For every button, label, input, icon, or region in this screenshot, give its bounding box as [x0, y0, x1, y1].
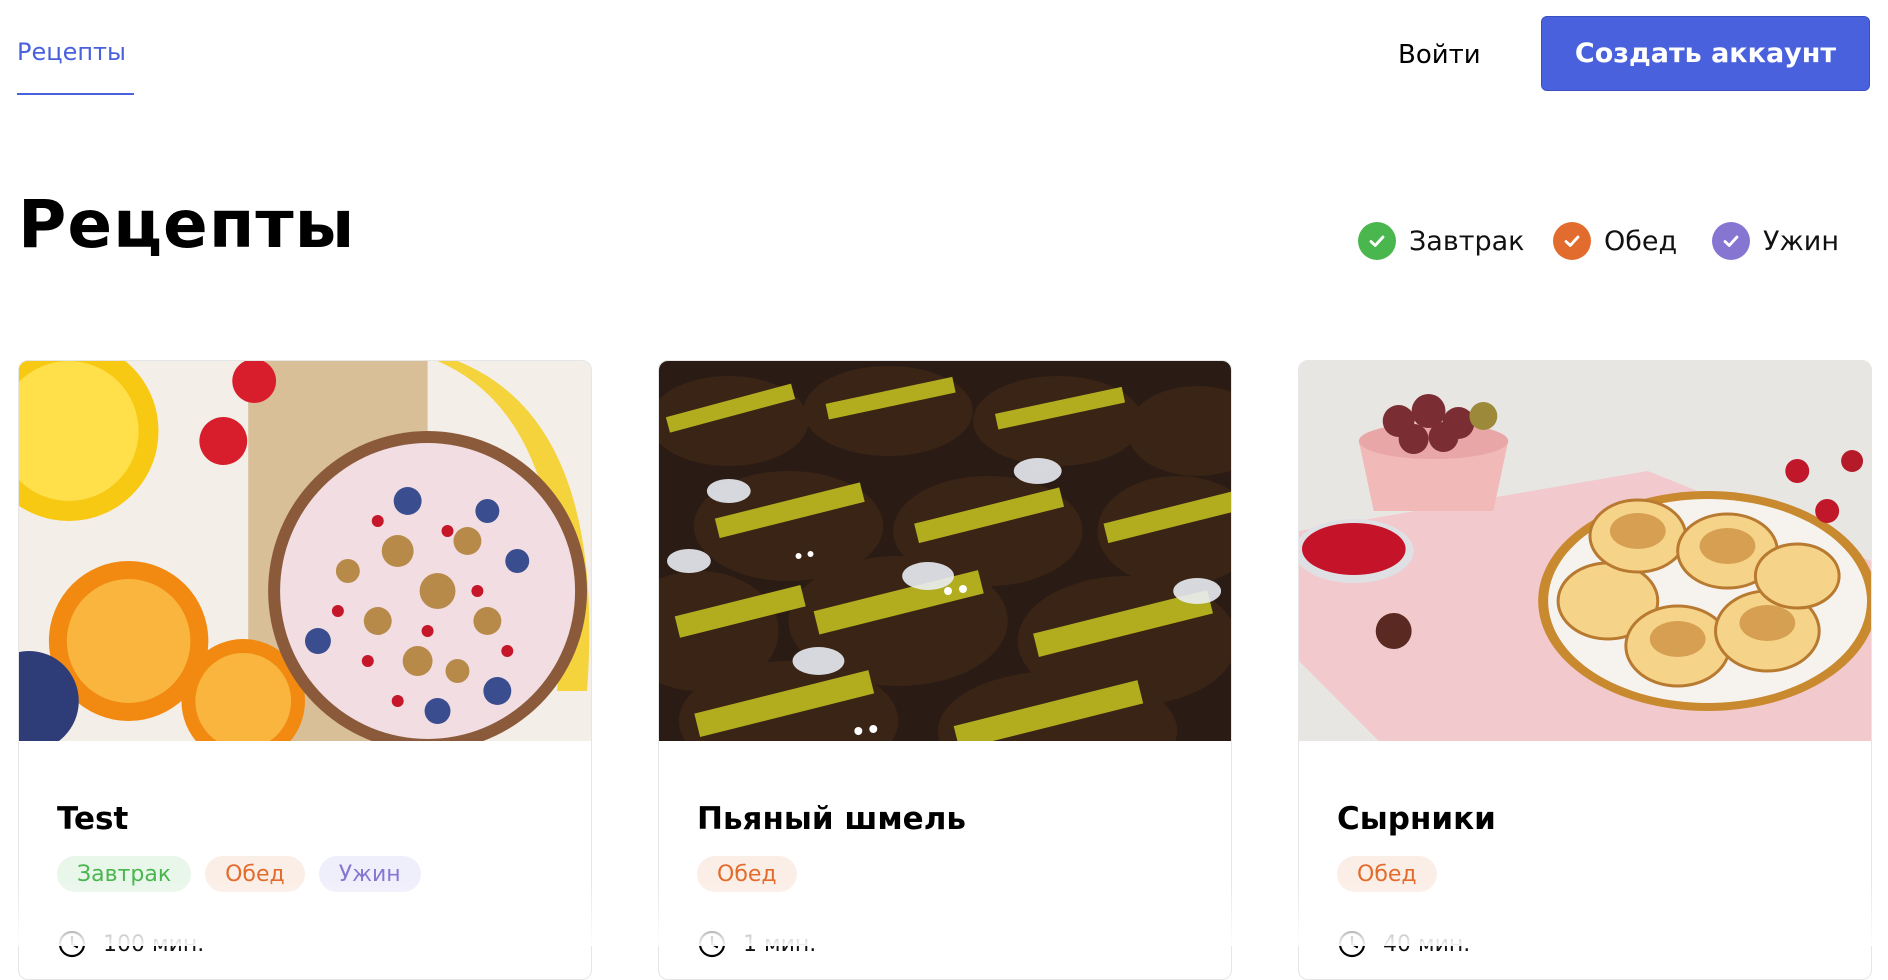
nav-recipes-link[interactable]: Рецепты [17, 38, 126, 66]
recipe-time-value: 1 мин. [743, 931, 817, 957]
filter-breakfast[interactable]: Завтрак [1358, 222, 1525, 260]
tag-dinner: Ужин [318, 856, 421, 892]
recipe-card[interactable]: Сырники Обед 40 мин. [1298, 360, 1872, 980]
clock-icon [58, 930, 86, 958]
recipe-title[interactable]: Сырники [1337, 801, 1496, 837]
nav-active-underline [17, 93, 134, 95]
recipe-time-value: 40 мин. [1383, 931, 1471, 957]
clock-icon [698, 930, 726, 958]
login-link[interactable]: Войти [1398, 40, 1481, 70]
clock-icon [1338, 930, 1366, 958]
create-account-button[interactable]: Создать аккаунт [1541, 16, 1870, 91]
tag-breakfast: Завтрак [57, 856, 192, 892]
recipe-time: 1 мин. [697, 929, 816, 959]
recipe-tags: Обед [697, 856, 797, 892]
recipe-card[interactable]: Пьяный шмель Обед 1 мин. [658, 360, 1232, 980]
filter-dinner[interactable]: Ужин [1712, 222, 1839, 260]
recipe-title[interactable]: Пьяный шмель [697, 801, 966, 837]
check-icon [1553, 222, 1591, 260]
recipe-tags: Обед [1337, 856, 1437, 892]
recipe-tags: Завтрак Обед Ужин [57, 856, 421, 892]
check-icon [1358, 222, 1396, 260]
recipe-title[interactable]: Test [57, 801, 128, 837]
recipe-time: 100 мин. [57, 929, 204, 959]
filter-label: Завтрак [1409, 225, 1525, 257]
tag-lunch: Обед [1337, 856, 1437, 892]
recipe-time: 40 мин. [1337, 929, 1470, 959]
filter-label: Ужин [1763, 225, 1839, 257]
check-icon [1712, 222, 1750, 260]
recipe-image[interactable] [1299, 361, 1871, 741]
recipe-image[interactable] [659, 361, 1231, 741]
page-title: Рецепты [18, 186, 356, 263]
filter-label: Обед [1604, 225, 1678, 257]
tag-lunch: Обед [205, 856, 305, 892]
filter-lunch[interactable]: Обед [1553, 222, 1677, 260]
recipe-image[interactable] [19, 361, 591, 741]
recipe-time-value: 100 мин. [103, 931, 205, 957]
recipe-card[interactable]: Test Завтрак Обед Ужин 100 мин. [18, 360, 592, 980]
tag-lunch: Обед [697, 856, 797, 892]
